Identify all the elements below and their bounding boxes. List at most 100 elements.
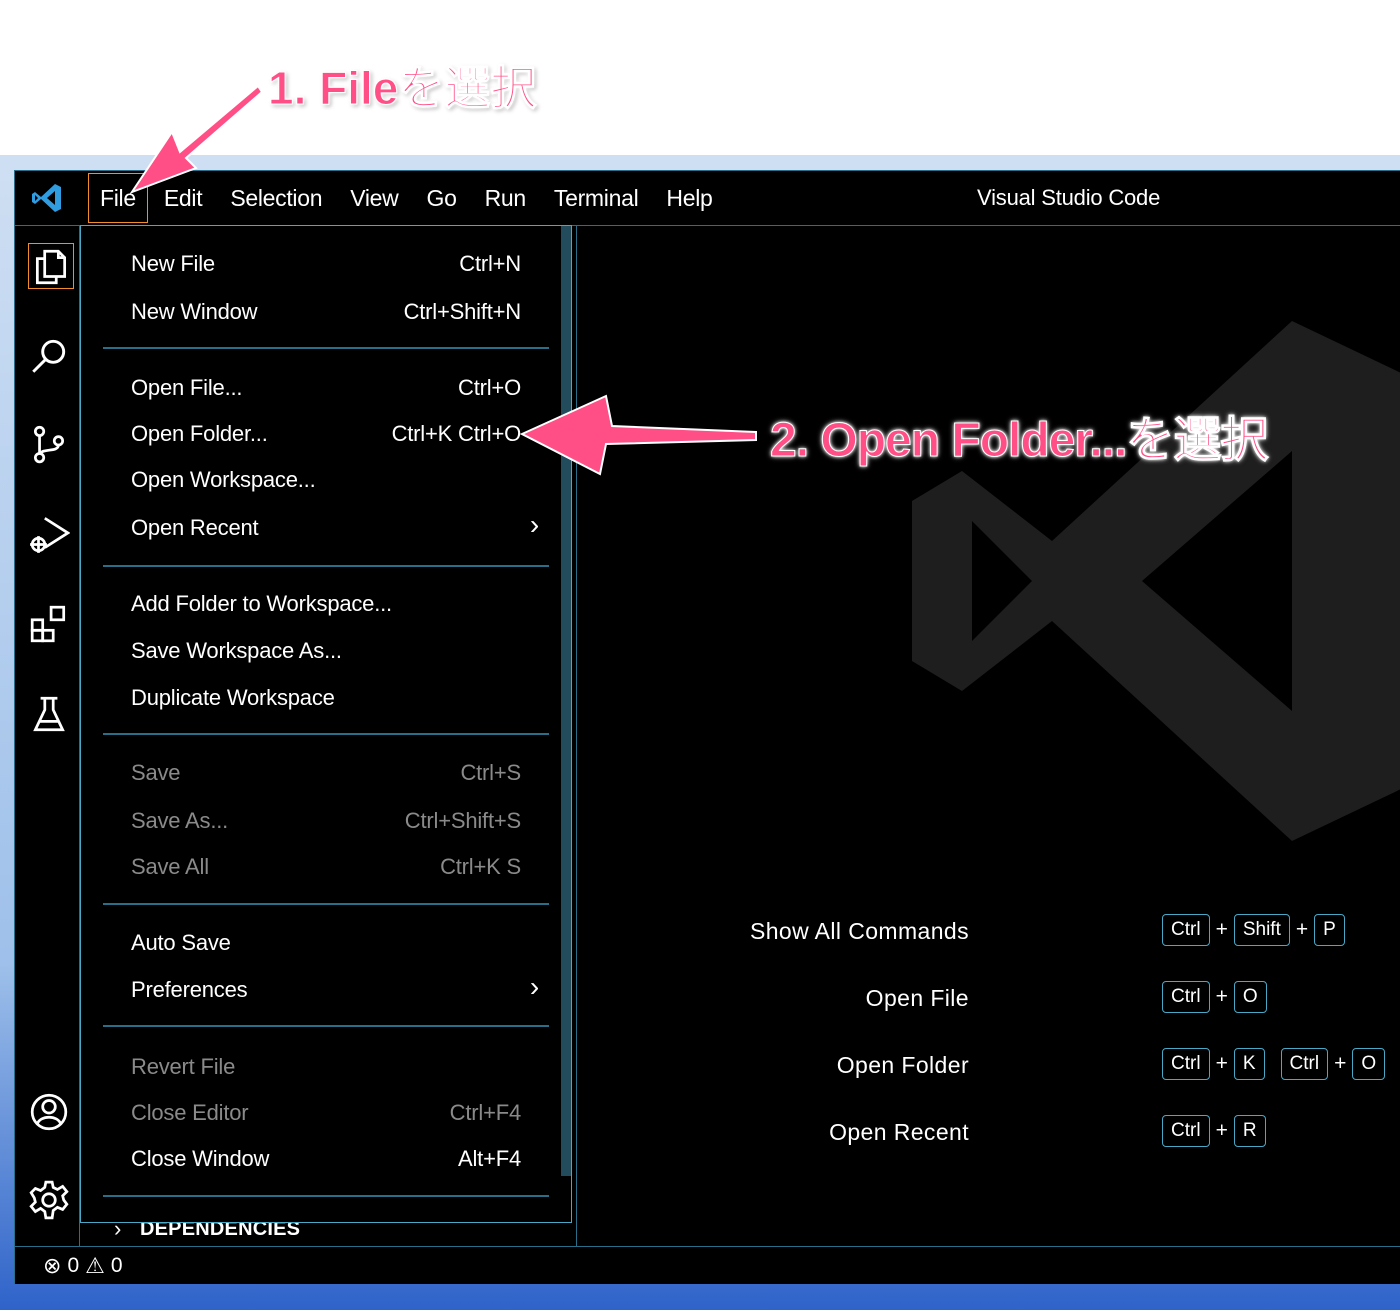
menu-item-shortcut: Ctrl+F4 [449,1100,522,1125]
problems-status[interactable]: ⊗ 0 ⚠ 0 [43,1253,129,1279]
menu-item-label: Open Recent [131,515,259,540]
menu-open-workspace[interactable]: Open Workspace... [81,457,551,501]
editor-area: Show All Commands Ctrl + Shift + P Open … [577,226,1400,1246]
settings-gear-icon[interactable] [27,1178,71,1222]
menu-item-shortcut: Ctrl+S [460,760,521,785]
menu-item-shortcut: Ctrl+N [459,251,521,276]
menu-help[interactable]: Help [652,171,726,225]
menu-item-label: Add Folder to Workspace... [131,591,392,616]
menu-close-window[interactable]: Close Window Alt+F4 [81,1136,551,1180]
menu-item-label: Auto Save [131,930,231,955]
titlebar: File Edit Selection View Go Run Terminal… [15,171,1400,226]
menu-run[interactable]: Run [471,171,540,225]
menu-item-label: New File [131,251,215,276]
menu-save-all: Save All Ctrl+K S [81,844,551,888]
shortcut-row: Show All Commands Ctrl + Shift + P [750,914,1400,985]
menu-item-label: Open Workspace... [131,467,316,492]
plus-sign: + [1334,1052,1347,1075]
menu-item-label: Close Editor [131,1100,249,1125]
shortcut-keys: Ctrl + O [1160,981,1269,1013]
keycap: Ctrl [1280,1048,1329,1080]
shortcut-row: Open File Ctrl + O [857,981,1400,1052]
menu-view[interactable]: View [336,171,412,225]
plus-sign: + [1215,1052,1228,1075]
menu-save-as: Save As... Ctrl+Shift+S [81,798,551,842]
keycap: K [1233,1048,1265,1080]
menu-auto-save[interactable]: Auto Save [81,920,551,964]
menu-duplicate-workspace[interactable]: Duplicate Workspace [81,675,551,719]
menu-item-label: Open Folder... [131,421,268,446]
menu-open-folder[interactable]: Open Folder... Ctrl+K Ctrl+O [81,411,551,455]
shortcut-keys: Ctrl + Shift + P [1160,914,1347,946]
menu-item-label: Preferences [131,977,248,1002]
plus-sign: + [1215,985,1228,1008]
plus-sign: + [1215,918,1228,941]
keycap: Ctrl [1162,1115,1210,1147]
menu-edit[interactable]: Edit [150,171,216,225]
vscode-watermark-icon [912,321,1400,841]
menu-go[interactable]: Go [412,171,470,225]
menu-open-file[interactable]: Open File... Ctrl+O [81,365,551,409]
menu-selection[interactable]: Selection [216,171,336,225]
menu-file[interactable]: File [86,171,150,225]
menu-item-label: Save As... [131,808,229,833]
shortcut-row: Open Recent Ctrl + R [829,1115,1400,1186]
keycap: Ctrl [1162,1048,1210,1080]
keycap: Ctrl [1162,981,1210,1013]
plus-sign: + [1295,918,1309,941]
menu-new-window[interactable]: New Window Ctrl+Shift+N [81,289,551,333]
annotation-step2: 2. Open Folder...を選択 [769,414,1268,468]
plus-sign: + [1215,1119,1228,1142]
menu-item-label: Revert File [131,1054,236,1079]
menu-separator [103,565,549,567]
keycap: Ctrl [1162,914,1210,946]
menu-terminal[interactable]: Terminal [540,171,653,225]
menu-scrollbar[interactable] [561,226,571,1176]
welcome-shortcuts: Show All Commands Ctrl + Shift + P Open … [750,914,1400,1186]
menu-separator [103,903,549,905]
menu-item-shortcut: Alt+F4 [458,1146,521,1171]
shortcut-keys: Ctrl + R [1160,1115,1268,1147]
error-icon: ⊗ [43,1253,62,1278]
menu-new-file[interactable]: New File Ctrl+N [81,241,551,285]
shortcut-label: Open Folder [836,1052,969,1078]
chevron-right-icon: › [529,971,539,1002]
warning-icon: ⚠ [85,1253,105,1278]
run-debug-icon[interactable] [27,512,71,556]
search-icon[interactable] [27,334,71,378]
menu-separator [103,1025,549,1027]
menu-preferences[interactable]: Preferences › [81,967,551,1011]
menu-item-label: Duplicate Workspace [131,685,335,710]
window-title: Visual Studio Code [977,185,1161,210]
menu-item-label: Open File... [131,375,243,400]
explorer-icon[interactable] [28,243,74,289]
menu-save: Save Ctrl+S [81,750,551,794]
keycap: P [1314,914,1345,946]
chevron-right-icon: › [529,509,539,540]
menu-item-shortcut: Ctrl+Shift+S [404,808,521,833]
menu-revert-file: Revert File [81,1044,551,1088]
error-count: 0 [67,1254,80,1277]
status-bar: ⊗ 0 ⚠ 0 [15,1246,1400,1284]
shortcut-label: Show All Commands [750,918,969,944]
keycap: R [1233,1115,1266,1147]
menu-item-label: Save Workspace As... [131,638,342,663]
menu-save-workspace-as[interactable]: Save Workspace As... [81,628,551,672]
testing-icon[interactable] [27,692,71,736]
menu-add-folder-to-workspace[interactable]: Add Folder to Workspace... [81,581,551,625]
menu-open-recent[interactable]: Open Recent › [81,505,551,549]
menu-item-shortcut: Ctrl+O [458,375,521,400]
annotation-step1: 1. Fileを選択 [267,62,537,115]
menu-separator [103,733,549,735]
file-menu-dropdown: New File Ctrl+N New Window Ctrl+Shift+N … [80,225,572,1223]
source-control-icon[interactable] [27,422,71,466]
menu-item-shortcut: Ctrl+Shift+N [403,299,522,324]
activity-bar [15,226,80,1246]
keycap: Shift [1233,914,1290,946]
vscode-logo-icon [32,184,61,212]
menu-item-shortcut: Ctrl+K S [440,854,521,879]
shortcut-label: Open Recent [829,1119,969,1145]
account-icon[interactable] [27,1090,71,1134]
extensions-icon[interactable] [27,602,71,646]
menu-separator [103,347,549,349]
